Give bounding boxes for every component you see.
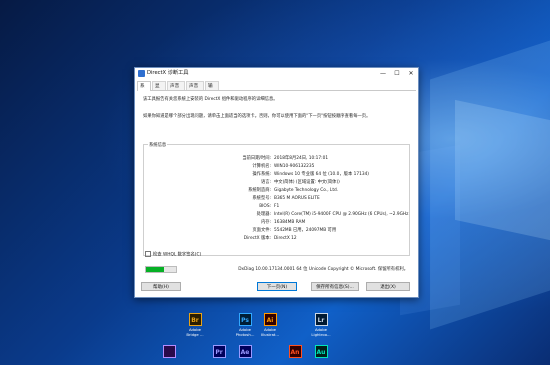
light-beam: [455, 99, 550, 241]
maximize-button[interactable]: ☐: [390, 68, 404, 79]
desktop-icon-audition[interactable]: Au: [309, 345, 333, 359]
desktop-icon-label: Illustrat...: [260, 332, 280, 337]
info-row-directx-version: DirectX 版本: DirectX 12: [144, 236, 409, 242]
info-row-page-file: 页面文件: 5542MB 已用，24097MB 可用: [144, 228, 409, 234]
exit-button[interactable]: 退出(X): [366, 282, 410, 291]
desktop-icon-photoshop[interactable]: Ps Adobe Photosh...: [233, 313, 257, 337]
info-row-datetime: 当前日期/时间: 2018年8月24日, 10:17:01: [144, 156, 409, 162]
info-label: 语言:: [260, 180, 271, 185]
audition-app-icon: Au: [314, 345, 328, 358]
info-value: 中文(简体) (区域设置: 中文(简体)): [274, 180, 340, 185]
tab-system[interactable]: 系统: [137, 81, 151, 98]
desktop-icon-after-effects[interactable]: Ae: [233, 345, 257, 359]
info-value: 2018年8月24日, 10:17:01: [274, 156, 329, 161]
animate-app-icon: An: [288, 345, 302, 358]
info-row-bios: BIOS: F1: [144, 204, 409, 210]
illustrator-app-icon: Ai: [263, 313, 277, 326]
copyright-text: DxDiag 10.00.17134.0001 64 位 Unicode Cop…: [238, 267, 408, 272]
info-value: 16384MB RAM: [274, 220, 306, 225]
bridge-app-icon: Br: [188, 313, 202, 326]
info-row-os: 操作系统: Windows 10 专业版 64 位 (10.0，版本 17134…: [144, 172, 409, 178]
info-value: 5542MB 已用，24097MB 可用: [274, 228, 337, 233]
info-value: Gigabyte Technology Co., Ltd.: [274, 188, 339, 193]
system-info-group: 系统信息 当前日期/时间: 2018年8月24日, 10:17:01 计算机名:…: [143, 142, 410, 256]
info-row-memory: 内存: 16384MB RAM: [144, 220, 409, 226]
info-label: 计算机名:: [252, 164, 271, 169]
whql-checkbox-label: 检查 WHQL 数字签名(C): [153, 252, 202, 258]
progress-bar: [145, 266, 177, 273]
info-label: 操作系统:: [252, 172, 271, 177]
desktop-icon-label: Bridge ...: [186, 332, 204, 337]
desktop-icon-app[interactable]: [157, 345, 181, 359]
info-row-processor: 处理器: Intel(R) Core(TM) i5-9400F CPU @ 2.…: [144, 212, 409, 218]
info-label: BIOS:: [259, 204, 271, 209]
tab-bar: 系统 显示 声音 1 声音 2 输入: [137, 81, 416, 98]
info-label: DirectX 版本:: [243, 236, 271, 241]
system-info-title: 系统信息: [148, 142, 168, 148]
checkbox-box[interactable]: [145, 251, 151, 257]
minimize-button[interactable]: —: [376, 68, 390, 79]
after-effects-app-icon: Ae: [238, 345, 252, 358]
desktop-icon-animate[interactable]: An: [283, 345, 307, 359]
info-label: 系统制造商:: [248, 188, 271, 193]
intro-text: 该工具报告有关您系统上安装的 DirectX 组件和驱动程序的详细信息。: [143, 97, 278, 102]
tab-display[interactable]: 显示: [152, 81, 166, 98]
tab-content-system: 该工具报告有关您系统上安装的 DirectX 组件和驱动程序的详细信息。 如果你…: [137, 91, 416, 273]
info-value: WIN10-906132235: [274, 164, 315, 169]
info-row-computer-name: 计算机名: WIN10-906132235: [144, 164, 409, 170]
save-all-info-button[interactable]: 保存所有信息(S)...: [311, 282, 359, 291]
window-title: DirectX 诊断工具: [147, 70, 189, 76]
tab-sound-2[interactable]: 声音 2: [186, 81, 204, 98]
premiere-app-icon: Pr: [212, 345, 226, 358]
desktop-icon-illustrator[interactable]: Ai Adobe Illustrat...: [258, 313, 282, 337]
directx-app-icon: [138, 70, 145, 77]
info-row-manufacturer: 系统制造商: Gigabyte Technology Co., Ltd.: [144, 188, 409, 194]
info-row-model: 系统型号: B365 M AORUS ELITE: [144, 196, 409, 202]
info-value: DirectX 12: [274, 236, 297, 241]
info-label: 内存:: [260, 220, 271, 225]
title-bar[interactable]: DirectX 诊断工具 — ☐ ✕: [135, 68, 418, 79]
progress-fill: [146, 267, 164, 272]
info-label: 系统型号:: [252, 196, 271, 201]
info-label: 页面文件:: [252, 228, 271, 233]
info-row-language: 语言: 中文(简体) (区域设置: 中文(简体)): [144, 180, 409, 186]
desktop-icon-lightroom[interactable]: Lr Adobe Lightroo...: [309, 313, 333, 337]
info-label: 处理器:: [256, 212, 271, 217]
tab-sound-1[interactable]: 声音 1: [167, 81, 185, 98]
tab-input[interactable]: 输入: [205, 81, 219, 98]
info-value: Windows 10 专业版 64 位 (10.0，版本 17134): [274, 172, 369, 177]
lightroom-app-icon: Lr: [314, 313, 328, 326]
desktop-icon-premiere[interactable]: Pr: [207, 345, 231, 359]
directx-diagnostic-window: DirectX 诊断工具 — ☐ ✕ 系统 显示 声音 1 声音 2 输入 该工…: [134, 67, 419, 298]
info-label: 当前日期/时间:: [242, 156, 271, 161]
whql-checkbox[interactable]: 检查 WHQL 数字签名(C): [145, 251, 201, 258]
photoshop-app-icon: Ps: [238, 313, 252, 326]
close-button[interactable]: ✕: [404, 68, 418, 79]
desktop-icon-label: Lightroo...: [311, 332, 331, 337]
desktop-icon-bridge[interactable]: Br Adobe Bridge ...: [183, 313, 207, 337]
info-value: F1: [274, 204, 280, 209]
info-value: Intel(R) Core(TM) i5-9400F CPU @ 2.90GHz…: [274, 212, 409, 217]
desktop-icon-label: Photosh...: [235, 332, 255, 337]
purple-app-icon: [162, 345, 176, 358]
intro-text: 如果你知道是哪个部分出现问题，请单击上面适当的选项卡。否则，你可以使用下面的"下…: [143, 114, 371, 119]
next-page-button[interactable]: 下一页(N): [257, 282, 297, 291]
help-button[interactable]: 帮助(H): [141, 282, 181, 291]
info-value: B365 M AORUS ELITE: [274, 196, 320, 201]
